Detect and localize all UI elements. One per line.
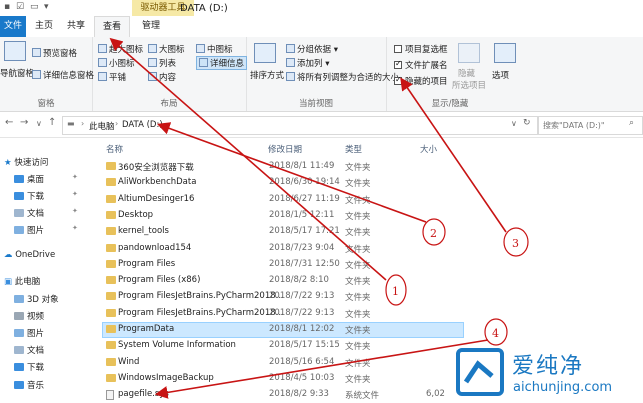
annotation-arrow-4 <box>154 339 489 399</box>
watermark-cn: 爱纯净 <box>512 354 585 379</box>
annotation-arrow-3 <box>400 77 507 233</box>
annotation-label-3: 3 <box>512 237 519 250</box>
watermark-logo-icon <box>456 348 504 396</box>
annotation-label-4: 4 <box>492 327 499 340</box>
annotation-label-1: 1 <box>392 285 399 298</box>
annotation-overlay: 1 2 3 4 <box>109 37 529 399</box>
annotation-arrow-2 <box>156 122 427 223</box>
watermark-en: aichunjing.com <box>513 380 613 395</box>
annotation-arrow-1 <box>109 37 387 281</box>
annotation-label-2: 2 <box>430 227 437 240</box>
